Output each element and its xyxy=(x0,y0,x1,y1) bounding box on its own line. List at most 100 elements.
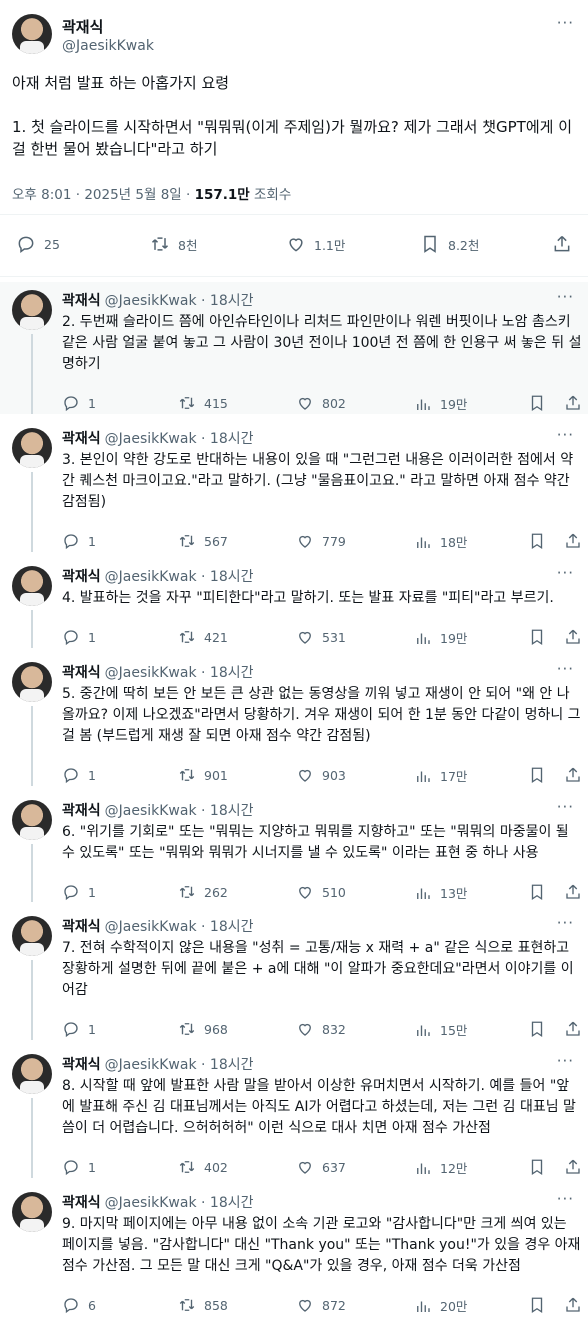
retweet-button[interactable]: 8천 xyxy=(150,234,197,254)
like-button[interactable]: 802 xyxy=(296,394,346,412)
like-button[interactable]: 1.1만 xyxy=(286,234,345,254)
share-button[interactable] xyxy=(564,883,582,901)
bookmark-button[interactable] xyxy=(528,883,546,901)
share-button[interactable] xyxy=(564,628,582,646)
views-button[interactable]: 13만 xyxy=(414,883,467,902)
like-button[interactable]: 637 xyxy=(296,1158,346,1176)
more-options-icon[interactable]: ··· xyxy=(557,1190,574,1208)
reply-button[interactable]: 1 xyxy=(62,883,96,901)
like-button[interactable]: 531 xyxy=(296,628,346,646)
bookmark-icon xyxy=(531,533,543,550)
reply-tweet[interactable]: 곽재식 @JaesikKwak · 18시간 ··· 2. 두번째 슬라이드 쯤에 아… xyxy=(0,282,588,414)
bookmark-button[interactable] xyxy=(528,1020,546,1038)
heart-icon xyxy=(299,397,311,410)
bookmark-button[interactable] xyxy=(528,1296,546,1314)
retweet-button[interactable]: 901 xyxy=(178,766,228,784)
bookmark-button[interactable] xyxy=(528,1158,546,1176)
avatar[interactable] xyxy=(12,1192,52,1232)
author-name[interactable]: 곽재식 xyxy=(62,431,101,447)
share-button[interactable] xyxy=(564,1020,582,1038)
retweet-button[interactable]: 858 xyxy=(178,1296,228,1314)
author-name[interactable]: 곽재식 xyxy=(62,919,101,935)
retweet-button[interactable]: 421 xyxy=(178,628,228,646)
author-handle[interactable]: @JaesikKwak xyxy=(62,38,154,54)
author-name[interactable]: 곽재식 xyxy=(62,803,101,819)
author-name[interactable]: 곽재식 xyxy=(62,569,101,585)
retweet-button[interactable]: 262 xyxy=(178,883,228,901)
reply-button[interactable]: 6 xyxy=(62,1296,96,1314)
reply-tweet[interactable]: 곽재식 @JaesikKwak · 18시간 ··· 7. 전혀 수학적이지 않은 내… xyxy=(0,908,588,1040)
avatar[interactable] xyxy=(12,662,52,702)
reply-tweet[interactable]: 곽재식 @JaesikKwak · 18시간 ··· 5. 중간에 딱히 보든 안 보… xyxy=(0,654,588,786)
views-button[interactable]: 19만 xyxy=(414,394,467,413)
reply-button[interactable]: 1 xyxy=(62,532,96,550)
share-button[interactable] xyxy=(552,234,572,254)
author-handle-time[interactable]: @JaesikKwak · 18시간 xyxy=(105,1195,254,1211)
avatar[interactable] xyxy=(12,566,52,606)
like-button[interactable]: 779 xyxy=(296,532,346,550)
avatar[interactable] xyxy=(12,428,52,468)
more-options-icon[interactable]: ··· xyxy=(557,798,574,816)
views-button[interactable]: 15만 xyxy=(414,1020,467,1039)
retweet-button[interactable]: 402 xyxy=(178,1158,228,1176)
author-name[interactable]: 곽재식 xyxy=(62,665,101,681)
share-button[interactable] xyxy=(564,394,582,412)
reply-button[interactable]: 1 xyxy=(62,1158,96,1176)
more-options-icon[interactable]: ··· xyxy=(557,914,574,932)
bookmark-button[interactable] xyxy=(528,394,546,412)
views-button[interactable]: 12만 xyxy=(414,1158,467,1177)
author-name[interactable]: 곽재식 xyxy=(62,16,103,37)
avatar[interactable] xyxy=(12,800,52,840)
bookmark-button[interactable]: 8.2천 xyxy=(420,234,479,254)
bookmark-button[interactable] xyxy=(528,628,546,646)
reply-tweet[interactable]: 곽재식 @JaesikKwak · 18시간 ··· 6. "위기를 기회로" 또는 … xyxy=(0,792,588,902)
like-button[interactable]: 510 xyxy=(296,883,346,901)
author-handle-time[interactable]: @JaesikKwak · 18시간 xyxy=(105,293,254,309)
author-handle-time[interactable]: @JaesikKwak · 18시간 xyxy=(105,665,254,681)
more-options-icon[interactable]: ··· xyxy=(557,564,574,582)
retweet-button[interactable]: 567 xyxy=(178,532,228,550)
reply-button[interactable]: 1 xyxy=(62,766,96,784)
author-handle-time[interactable]: @JaesikKwak · 18시간 xyxy=(105,803,254,819)
avatar[interactable] xyxy=(12,14,52,54)
reply-tweet[interactable]: 곽재식 @JaesikKwak · 18시간 ··· 9. 마지막 페이지에는 아무 … xyxy=(0,1184,588,1320)
share-button[interactable] xyxy=(564,1296,582,1314)
retweet-button[interactable]: 968 xyxy=(178,1020,228,1038)
bookmark-button[interactable] xyxy=(528,766,546,784)
share-button[interactable] xyxy=(564,1158,582,1176)
tweet-time[interactable]: 오후 8:01 · 2025년 5월 8일 · xyxy=(12,187,195,203)
avatar[interactable] xyxy=(12,290,52,330)
share-button[interactable] xyxy=(564,766,582,784)
author-handle-time[interactable]: @JaesikKwak · 18시간 xyxy=(105,919,254,935)
like-button[interactable]: 903 xyxy=(296,766,346,784)
views-button[interactable]: 17만 xyxy=(414,766,467,785)
reply-tweet[interactable]: 곽재식 @JaesikKwak · 18시간 ··· 8. 시작할 때 앞에 발표한 … xyxy=(0,1046,588,1178)
more-options-icon[interactable]: ··· xyxy=(557,660,574,678)
more-options-icon[interactable]: ··· xyxy=(557,1052,574,1070)
reply-tweet[interactable]: 곽재식 @JaesikKwak · 18시간 ··· 3. 본인이 약한 강도로 반대… xyxy=(0,420,588,552)
author-name[interactable]: 곽재식 xyxy=(62,1195,101,1211)
reply-button[interactable]: 25 xyxy=(16,234,60,254)
reply-button[interactable]: 1 xyxy=(62,1020,96,1038)
views-button[interactable]: 20만 xyxy=(414,1296,467,1315)
like-button[interactable]: 872 xyxy=(296,1296,346,1314)
author-name[interactable]: 곽재식 xyxy=(62,293,101,309)
reply-button[interactable]: 1 xyxy=(62,394,96,412)
views-button[interactable]: 18만 xyxy=(414,532,467,551)
more-options-icon[interactable]: ··· xyxy=(557,426,574,444)
more-options-icon[interactable]: ··· xyxy=(557,288,574,306)
reply-tweet[interactable]: 곽재식 @JaesikKwak · 18시간 ··· 4. 발표하는 것을 자꾸 "피… xyxy=(0,558,588,648)
views-button[interactable]: 19만 xyxy=(414,628,467,647)
avatar[interactable] xyxy=(12,1054,52,1094)
author-handle-time[interactable]: @JaesikKwak · 18시간 xyxy=(105,569,254,585)
reply-button[interactable]: 1 xyxy=(62,628,96,646)
like-button[interactable]: 832 xyxy=(296,1020,346,1038)
author-handle-time[interactable]: @JaesikKwak · 18시간 xyxy=(105,431,254,447)
share-button[interactable] xyxy=(564,532,582,550)
retweet-button[interactable]: 415 xyxy=(178,394,228,412)
author-handle-time[interactable]: @JaesikKwak · 18시간 xyxy=(105,1057,254,1073)
bookmark-button[interactable] xyxy=(528,532,546,550)
author-name[interactable]: 곽재식 xyxy=(62,1057,101,1073)
avatar[interactable] xyxy=(12,916,52,956)
more-options-icon[interactable]: ··· xyxy=(557,14,574,32)
